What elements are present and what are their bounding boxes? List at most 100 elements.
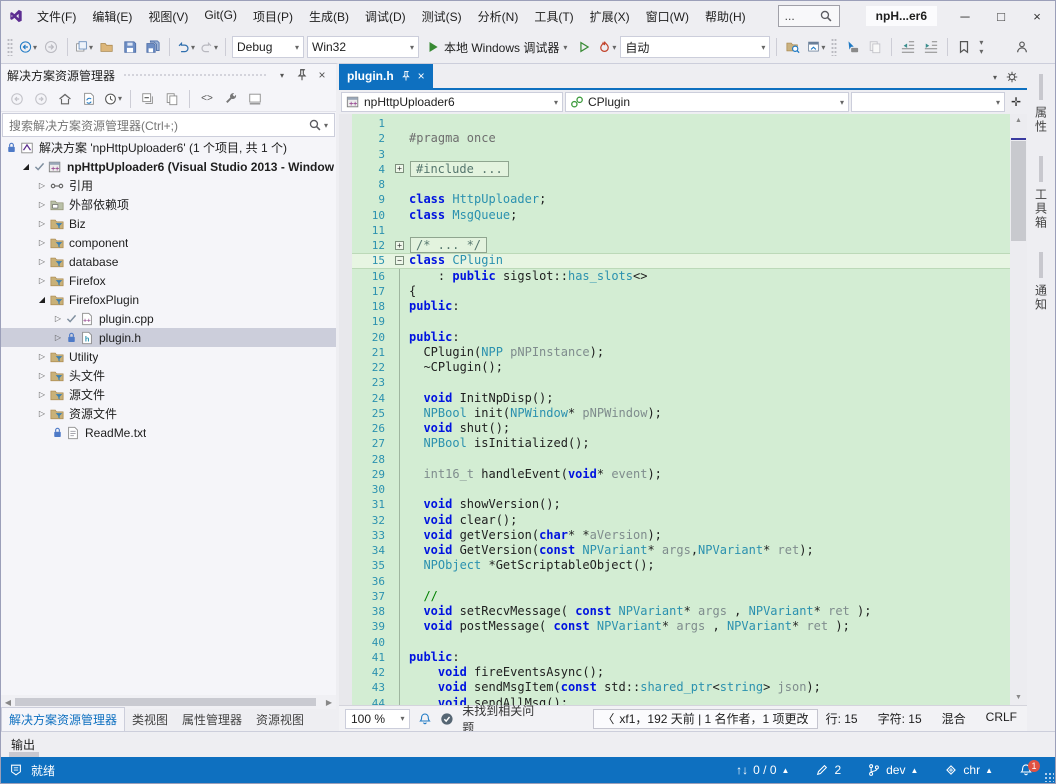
search-options-chevron[interactable]: ▾ bbox=[324, 121, 328, 130]
expand-arrow-icon[interactable]: ▷ bbox=[35, 390, 49, 399]
code-editor[interactable]: 12#pragma once34+#include ...89class Htt… bbox=[339, 114, 1027, 705]
back-button[interactable] bbox=[7, 88, 27, 110]
new-project-button[interactable] bbox=[74, 36, 94, 58]
home-button[interactable] bbox=[55, 88, 75, 110]
panel-tab-解决方案资源管理器[interactable]: 解决方案资源管理器 bbox=[1, 707, 125, 731]
scroll-up-arrow[interactable]: ▲ bbox=[1010, 114, 1027, 128]
pending-changes[interactable]: 2 bbox=[815, 763, 841, 777]
menu-item[interactable]: 扩展(X) bbox=[582, 4, 638, 29]
panel-drag-handle[interactable] bbox=[123, 73, 266, 78]
git-codelens-box[interactable]: 〈 xf1，192 天前 | 1 名作者，1 项更改 bbox=[593, 709, 817, 729]
tree-item-头文件[interactable]: ▷头文件 bbox=[1, 366, 336, 385]
notifications-bell[interactable]: 1 bbox=[1019, 763, 1033, 777]
collapse-arrow-icon[interactable]: ◢ bbox=[19, 162, 33, 171]
tree-item-Utility[interactable]: ▷Utility bbox=[1, 347, 336, 366]
nav-member-combo[interactable]: ▾ bbox=[851, 92, 1005, 112]
menu-item[interactable]: 测试(S) bbox=[414, 4, 470, 29]
nav-type-combo[interactable]: CPlugin ▾ bbox=[565, 92, 849, 112]
bookmark-button[interactable] bbox=[954, 36, 974, 58]
hscroll-thumb[interactable] bbox=[15, 698, 316, 706]
tree-item-FirefoxPlugin[interactable]: ◢FirefoxPlugin bbox=[1, 290, 336, 309]
fold-expand-icon[interactable]: + bbox=[394, 162, 409, 177]
navigate-cursor-button[interactable] bbox=[842, 36, 862, 58]
save-all-button[interactable] bbox=[143, 36, 163, 58]
collapse-arrow-icon[interactable]: ◢ bbox=[35, 295, 49, 304]
collapse-all-button[interactable] bbox=[138, 88, 158, 110]
toolbar-grip[interactable] bbox=[7, 38, 13, 56]
tree-item-Biz[interactable]: ▷Biz bbox=[1, 214, 336, 233]
start-debugging-button[interactable]: 本地 Windows 调试器 ▾ bbox=[422, 37, 571, 58]
increase-indent-button[interactable] bbox=[921, 36, 941, 58]
scroll-right-arrow[interactable]: ▶ bbox=[322, 698, 336, 707]
repository-selector[interactable]: chr ▲ bbox=[944, 763, 993, 777]
breakpoint-margin[interactable] bbox=[339, 114, 352, 705]
copy-button-disabled[interactable] bbox=[865, 36, 885, 58]
solution-platform-combo[interactable]: Win32▾ bbox=[307, 36, 419, 58]
expand-arrow-icon[interactable]: ▷ bbox=[35, 409, 49, 418]
redo-button[interactable] bbox=[199, 36, 219, 58]
panel-tab-属性管理器[interactable]: 属性管理器 bbox=[175, 708, 249, 731]
expand-arrow-icon[interactable]: ▷ bbox=[35, 276, 49, 285]
incoming-outgoing-commits[interactable]: ↑↓ 0 / 0 ▲ bbox=[736, 763, 789, 777]
menu-item[interactable]: 调试(D) bbox=[357, 4, 414, 29]
expand-arrow-icon[interactable]: ▷ bbox=[35, 257, 49, 266]
forward-button[interactable] bbox=[31, 88, 51, 110]
expand-arrow-icon[interactable]: ▷ bbox=[51, 314, 65, 323]
expand-arrow-icon[interactable]: ▷ bbox=[35, 352, 49, 361]
attach-combo[interactable]: 自动▾ bbox=[620, 36, 770, 58]
scroll-left-arrow[interactable]: ◀ bbox=[1, 698, 15, 707]
expand-arrow-icon[interactable]: ▷ bbox=[35, 200, 49, 209]
menu-item[interactable]: 视图(V) bbox=[140, 4, 196, 29]
undo-button[interactable] bbox=[176, 36, 196, 58]
save-button[interactable] bbox=[120, 36, 140, 58]
properties-page-button[interactable] bbox=[162, 88, 182, 110]
close-panel-icon[interactable]: × bbox=[314, 68, 330, 82]
open-folder-button[interactable] bbox=[97, 36, 117, 58]
send-feedback-button[interactable] bbox=[1012, 36, 1032, 58]
preview-selected-items-button[interactable] bbox=[245, 88, 265, 110]
document-outline-icon[interactable]: ✛ bbox=[1007, 95, 1025, 109]
nav-project-combo[interactable]: ++ npHttpUploader6 ▾ bbox=[341, 92, 563, 112]
close-button[interactable]: × bbox=[1019, 1, 1055, 31]
lens-collapse-chevron[interactable]: 〈 bbox=[602, 710, 614, 727]
tree-item-Firefox[interactable]: ▷Firefox bbox=[1, 271, 336, 290]
current-branch[interactable]: dev ▲ bbox=[867, 763, 918, 777]
zoom-level-combo[interactable]: 100 % ▾ bbox=[345, 709, 410, 729]
editor-vscrollbar[interactable]: ▲ ▼ bbox=[1010, 114, 1027, 705]
output-panel-title[interactable]: 输出 bbox=[11, 736, 35, 753]
find-in-files-button[interactable] bbox=[783, 36, 803, 58]
pin-icon[interactable] bbox=[400, 70, 412, 82]
tree-item-源文件[interactable]: ▷源文件 bbox=[1, 385, 336, 404]
menu-item[interactable]: 项目(P) bbox=[245, 4, 301, 29]
tree-item-资源文件[interactable]: ▷资源文件 bbox=[1, 404, 336, 423]
tree-item-外部依赖项[interactable]: ▷外部依赖项 bbox=[1, 195, 336, 214]
expand-arrow-icon[interactable]: ▷ bbox=[35, 219, 49, 228]
fold-collapse-icon[interactable]: − bbox=[394, 253, 409, 268]
toolbar-overflow-chevron[interactable]: ▾▾ bbox=[977, 38, 985, 56]
menu-item[interactable]: 帮助(H) bbox=[697, 4, 754, 29]
start-without-debugging-button[interactable] bbox=[574, 36, 594, 58]
collapsed-region-box[interactable]: /* ... */ bbox=[410, 237, 487, 253]
side-tab-属性[interactable]: 属性 bbox=[1033, 74, 1050, 134]
sync-namespace-button[interactable] bbox=[806, 36, 826, 58]
sync-with-active-document-button[interactable] bbox=[79, 88, 99, 110]
scroll-down-arrow[interactable]: ▼ bbox=[1010, 691, 1027, 705]
close-tab-icon[interactable]: × bbox=[418, 69, 425, 83]
menu-item[interactable]: 生成(B) bbox=[301, 4, 357, 29]
panel-menu-chevron[interactable]: ▾ bbox=[274, 71, 290, 80]
minimize-button[interactable]: ─ bbox=[947, 1, 983, 31]
expand-arrow-icon[interactable]: ▷ bbox=[51, 333, 65, 342]
panel-tab-类视图[interactable]: 类视图 bbox=[125, 708, 175, 731]
decrease-indent-button[interactable] bbox=[898, 36, 918, 58]
tree-item-plugin.cpp[interactable]: ▷++plugin.cpp bbox=[1, 309, 336, 328]
menu-item[interactable]: 窗口(W) bbox=[638, 4, 697, 29]
tree-item-npHttpUploader6-Visual-Studio-[interactable]: ◢++npHttpUploader6 (Visual Studio 2013 -… bbox=[1, 157, 336, 176]
pending-changes-filter-button[interactable] bbox=[103, 88, 123, 110]
properties-wrench-button[interactable] bbox=[221, 88, 241, 110]
expand-arrow-icon[interactable]: ▷ bbox=[35, 181, 49, 190]
code-text-area[interactable]: 12#pragma once34+#include ...89class Htt… bbox=[352, 114, 1010, 705]
solution-explorer-search-input[interactable]: 搜索解决方案资源管理器(Ctrl+;) ▾ bbox=[2, 113, 335, 137]
resize-grip[interactable] bbox=[1044, 772, 1054, 782]
tree-item-ReadMe.txt[interactable]: ReadMe.txt bbox=[1, 423, 336, 442]
tree-item-plugin.h[interactable]: ▷hplugin.h bbox=[1, 328, 336, 347]
